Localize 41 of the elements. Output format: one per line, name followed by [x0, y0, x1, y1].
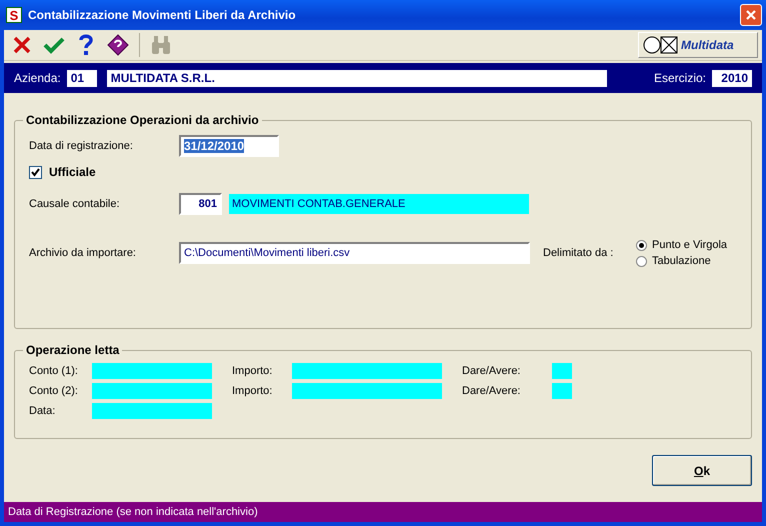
delimiter-radio[interactable]: Tabulazione — [636, 255, 728, 267]
field-label: Data di registrazione: — [29, 140, 134, 152]
azienda-code-field[interactable]: 01 — [66, 70, 97, 86]
field-label: Importo: — [232, 365, 274, 377]
esercizio-label: Esercizio: — [654, 71, 706, 85]
delimiter-radio[interactable]: Punto e Virgola — [636, 239, 728, 251]
checkmark-icon — [43, 36, 65, 54]
causale-code-field[interactable]: 801 — [179, 193, 222, 215]
date-field[interactable]: 31/12/2010 — [179, 135, 279, 157]
ufficiale-checkbox[interactable]: Ufficiale — [29, 161, 96, 183]
field-label: Archivio da importare: — [29, 247, 137, 259]
field-label: Conto (1): — [29, 365, 79, 377]
close-button[interactable] — [740, 4, 762, 26]
close-icon — [12, 35, 32, 55]
binoculars-icon — [150, 35, 172, 55]
field-label: Dare/Avere: — [462, 365, 522, 377]
causale-description: MOVIMENTI CONTAB.GENERALE — [229, 194, 529, 214]
app-icon: S — [6, 7, 22, 23]
field-label: Conto (2): — [29, 385, 79, 397]
status-bar: Data di Registrazione (se non indicata nell'archivio) — [4, 502, 762, 522]
value-field — [552, 383, 572, 399]
esercizio-field[interactable]: 2010 — [712, 70, 752, 86]
group-title: Operazione letta — [25, 343, 120, 357]
field-label: Importo: — [232, 385, 274, 397]
field-label: Data: — [29, 405, 56, 417]
azienda-label: Azienda: — [14, 71, 61, 85]
field-label: Delimitato da : — [543, 247, 614, 259]
question-mark-icon — [78, 34, 94, 56]
file-path-field[interactable]: C:\Documenti\Movimenti liberi.csv — [179, 242, 530, 264]
value-field — [552, 363, 572, 379]
field-label: Dare/Avere: — [462, 385, 522, 397]
checkmark-icon — [31, 168, 40, 176]
logo: Multidata — [638, 32, 758, 58]
ok-button[interactable]: Ok — [652, 455, 752, 486]
radio-dot-icon — [639, 242, 644, 248]
azienda-name-field[interactable]: MULTIDATA S.R.L. — [106, 70, 607, 86]
field-label: Causale contabile: — [29, 198, 121, 210]
close-icon — [745, 9, 757, 21]
book-icon — [107, 34, 129, 56]
group-title: Contabilizzazione Operazioni da archivio — [25, 113, 260, 127]
window-title: Contabilizzazione Movimenti Liberi da Archivio — [28, 8, 297, 22]
